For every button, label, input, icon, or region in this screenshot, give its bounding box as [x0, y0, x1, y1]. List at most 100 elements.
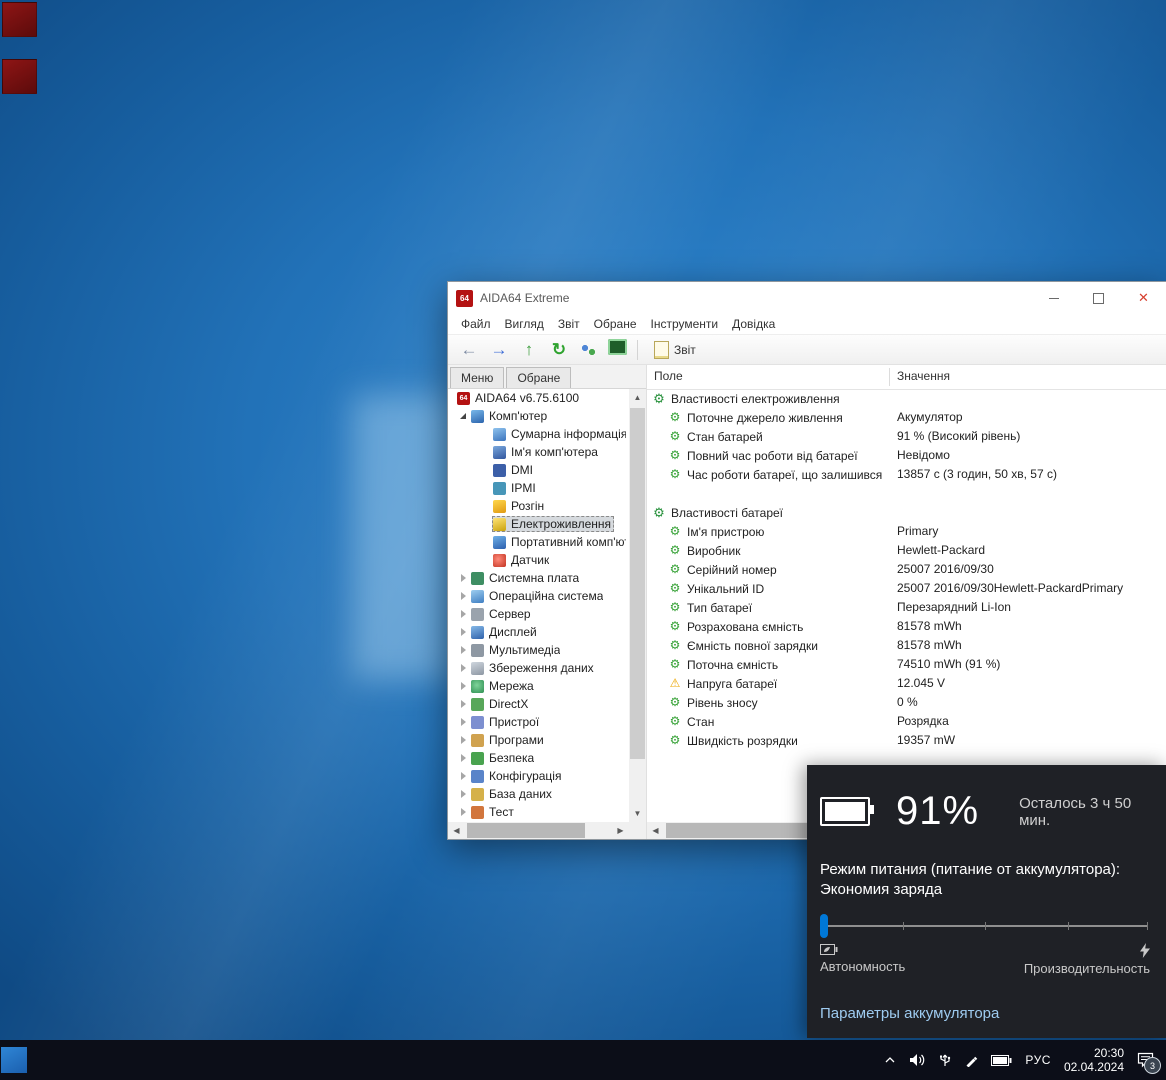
toolbar-icon[interactable]: [608, 339, 627, 355]
menu-item[interactable]: Довідка: [725, 317, 782, 331]
toolbar-icon[interactable]: [548, 339, 570, 361]
slider-thumb[interactable]: [820, 914, 828, 938]
tree-item[interactable]: IPMI: [448, 479, 629, 497]
menu-item[interactable]: Інструменти: [644, 317, 726, 331]
menu-item[interactable]: Вигляд: [498, 317, 551, 331]
toolbar-icon[interactable]: [578, 339, 600, 361]
titlebar[interactable]: 64 AIDA64 Extreme ✕: [448, 282, 1166, 314]
tree-item[interactable]: База даних: [448, 785, 629, 803]
tree-chevron-icon[interactable]: [456, 592, 470, 600]
tree-item[interactable]: Дисплей: [448, 623, 629, 641]
report-row[interactable]: Поточна ємність 74510 mWh (91 %): [647, 655, 1166, 674]
tree-item[interactable]: Безпека: [448, 749, 629, 767]
tree-chevron-icon[interactable]: [456, 772, 470, 780]
panel-tab[interactable]: Обране: [506, 367, 571, 388]
tree-chevron-icon[interactable]: [456, 664, 470, 672]
language-indicator[interactable]: РУС: [1025, 1053, 1051, 1067]
tree-chevron-icon[interactable]: [456, 574, 470, 582]
tree-chevron-icon[interactable]: [456, 646, 470, 654]
menu-item[interactable]: Звіт: [551, 317, 587, 331]
toolbar-icon[interactable]: [518, 339, 540, 361]
taskbar-app-icon[interactable]: [1, 1047, 27, 1073]
report-row[interactable]: Розрахована ємність 81578 mWh: [647, 617, 1166, 636]
column-field[interactable]: Поле: [654, 369, 683, 383]
tree-item[interactable]: DMI: [448, 461, 629, 479]
panel-tab[interactable]: Меню: [450, 367, 504, 388]
report-row[interactable]: Ім'я пристрою Primary: [647, 522, 1166, 541]
desktop-shortcut[interactable]: [2, 59, 37, 94]
volume-icon[interactable]: [909, 1053, 925, 1067]
menu-item[interactable]: Обране: [587, 317, 644, 331]
tree-item[interactable]: Сервер: [448, 605, 629, 623]
desktop-shortcut[interactable]: [2, 2, 37, 37]
tree-item[interactable]: Тест: [448, 803, 629, 821]
toolbar-icon[interactable]: [458, 339, 480, 361]
report-row[interactable]: Виробник Hewlett-Packard: [647, 541, 1166, 560]
report-row[interactable]: Час роботи батареї, що залишився 13857 с…: [647, 465, 1166, 484]
maximize-button[interactable]: [1076, 282, 1121, 314]
scroll-left-arrow-icon[interactable]: ◀: [448, 822, 465, 839]
tree-item[interactable]: Мультимедіа: [448, 641, 629, 659]
action-center-icon[interactable]: 3: [1137, 1052, 1154, 1068]
tree-item[interactable]: Сумарна інформація: [448, 425, 629, 443]
tree-horizontal-scrollbar[interactable]: ◀ ▶: [448, 822, 629, 839]
report-row[interactable]: Поточне джерело живлення Акумулятор: [647, 408, 1166, 427]
usb-icon[interactable]: [938, 1053, 952, 1067]
tree-vertical-scrollbar[interactable]: ▲ ▼: [629, 389, 646, 822]
report-row[interactable]: Стан батарей 91 % (Високий рівень): [647, 427, 1166, 446]
tree-item[interactable]: Комп'ютер: [448, 407, 629, 425]
minimize-button[interactable]: [1031, 282, 1076, 314]
battery-settings-link[interactable]: Параметры аккумулятора: [820, 1005, 999, 1022]
tree-chevron-icon[interactable]: [456, 790, 470, 798]
power-mode-slider[interactable]: [820, 913, 1150, 939]
report-row[interactable]: Властивості електроживлення: [647, 389, 1166, 408]
tree-chevron-icon[interactable]: [456, 610, 470, 618]
scroll-up-arrow-icon[interactable]: ▲: [629, 389, 646, 406]
battery-tray-icon[interactable]: [991, 1055, 1012, 1066]
close-button[interactable]: ✕: [1121, 282, 1166, 314]
report-row[interactable]: Рівень зносу 0 %: [647, 693, 1166, 712]
tree-item[interactable]: Портативний комп'ютер: [448, 533, 629, 551]
report-button[interactable]: Звіт: [648, 339, 702, 361]
tree-item[interactable]: Розгін: [448, 497, 629, 515]
tree-item[interactable]: Мережа: [448, 677, 629, 695]
tree-item[interactable]: Датчик: [448, 551, 629, 569]
toolbar-icon[interactable]: [488, 339, 510, 361]
scroll-left-arrow-icon[interactable]: ◀: [647, 822, 664, 839]
tree-item[interactable]: Системна плата: [448, 569, 629, 587]
tree-chevron-icon[interactable]: [456, 628, 470, 636]
tree-chevron-icon[interactable]: [456, 754, 470, 762]
report-row[interactable]: Серійний номер 25007 2016/09/30: [647, 560, 1166, 579]
tree-chevron-icon[interactable]: [456, 682, 470, 690]
report-row[interactable]: Унікальний ID 25007 2016/09/30Hewlett-Pa…: [647, 579, 1166, 598]
tree-chevron-icon[interactable]: [456, 808, 470, 816]
menu-item[interactable]: Файл: [454, 317, 498, 331]
tree-item[interactable]: Ім'я комп'ютера: [448, 443, 629, 461]
tree-item[interactable]: Конфігурація: [448, 767, 629, 785]
tree-item[interactable]: Електроживлення: [448, 515, 629, 533]
tree-item[interactable]: DirectX: [448, 695, 629, 713]
scrollbar-thumb[interactable]: [467, 823, 585, 838]
tree-item[interactable]: Збереження даних: [448, 659, 629, 677]
scrollbar-track[interactable]: [465, 822, 612, 839]
report-row[interactable]: Властивості батареї: [647, 503, 1166, 522]
tree-item[interactable]: Програми: [448, 731, 629, 749]
report-row[interactable]: Повний час роботи від батареї Невідомо: [647, 446, 1166, 465]
scrollbar-track[interactable]: [629, 406, 646, 805]
tree-item[interactable]: Операційна система: [448, 587, 629, 605]
tree-item[interactable]: Пристрої: [448, 713, 629, 731]
scroll-down-arrow-icon[interactable]: ▼: [629, 805, 646, 822]
tree-chevron-icon[interactable]: [456, 700, 470, 708]
taskbar-clock[interactable]: 20:30 02.04.2024: [1064, 1046, 1124, 1074]
report-row[interactable]: Тип батареї Перезарядний Li-Ion: [647, 598, 1166, 617]
scroll-right-arrow-icon[interactable]: ▶: [612, 822, 629, 839]
column-value[interactable]: Значення: [897, 369, 950, 383]
report-row[interactable]: Ємність повної зарядки 81578 mWh: [647, 636, 1166, 655]
report-row[interactable]: Напруга батареї 12.045 V: [647, 674, 1166, 693]
report-row[interactable]: Швидкість розрядки 19357 mW: [647, 731, 1166, 750]
report-row[interactable]: [647, 484, 1166, 503]
tree-chevron-icon[interactable]: [456, 736, 470, 744]
report-row[interactable]: Стан Розрядка: [647, 712, 1166, 731]
pen-icon[interactable]: [965, 1054, 978, 1067]
tree-chevron-icon[interactable]: [456, 718, 470, 726]
